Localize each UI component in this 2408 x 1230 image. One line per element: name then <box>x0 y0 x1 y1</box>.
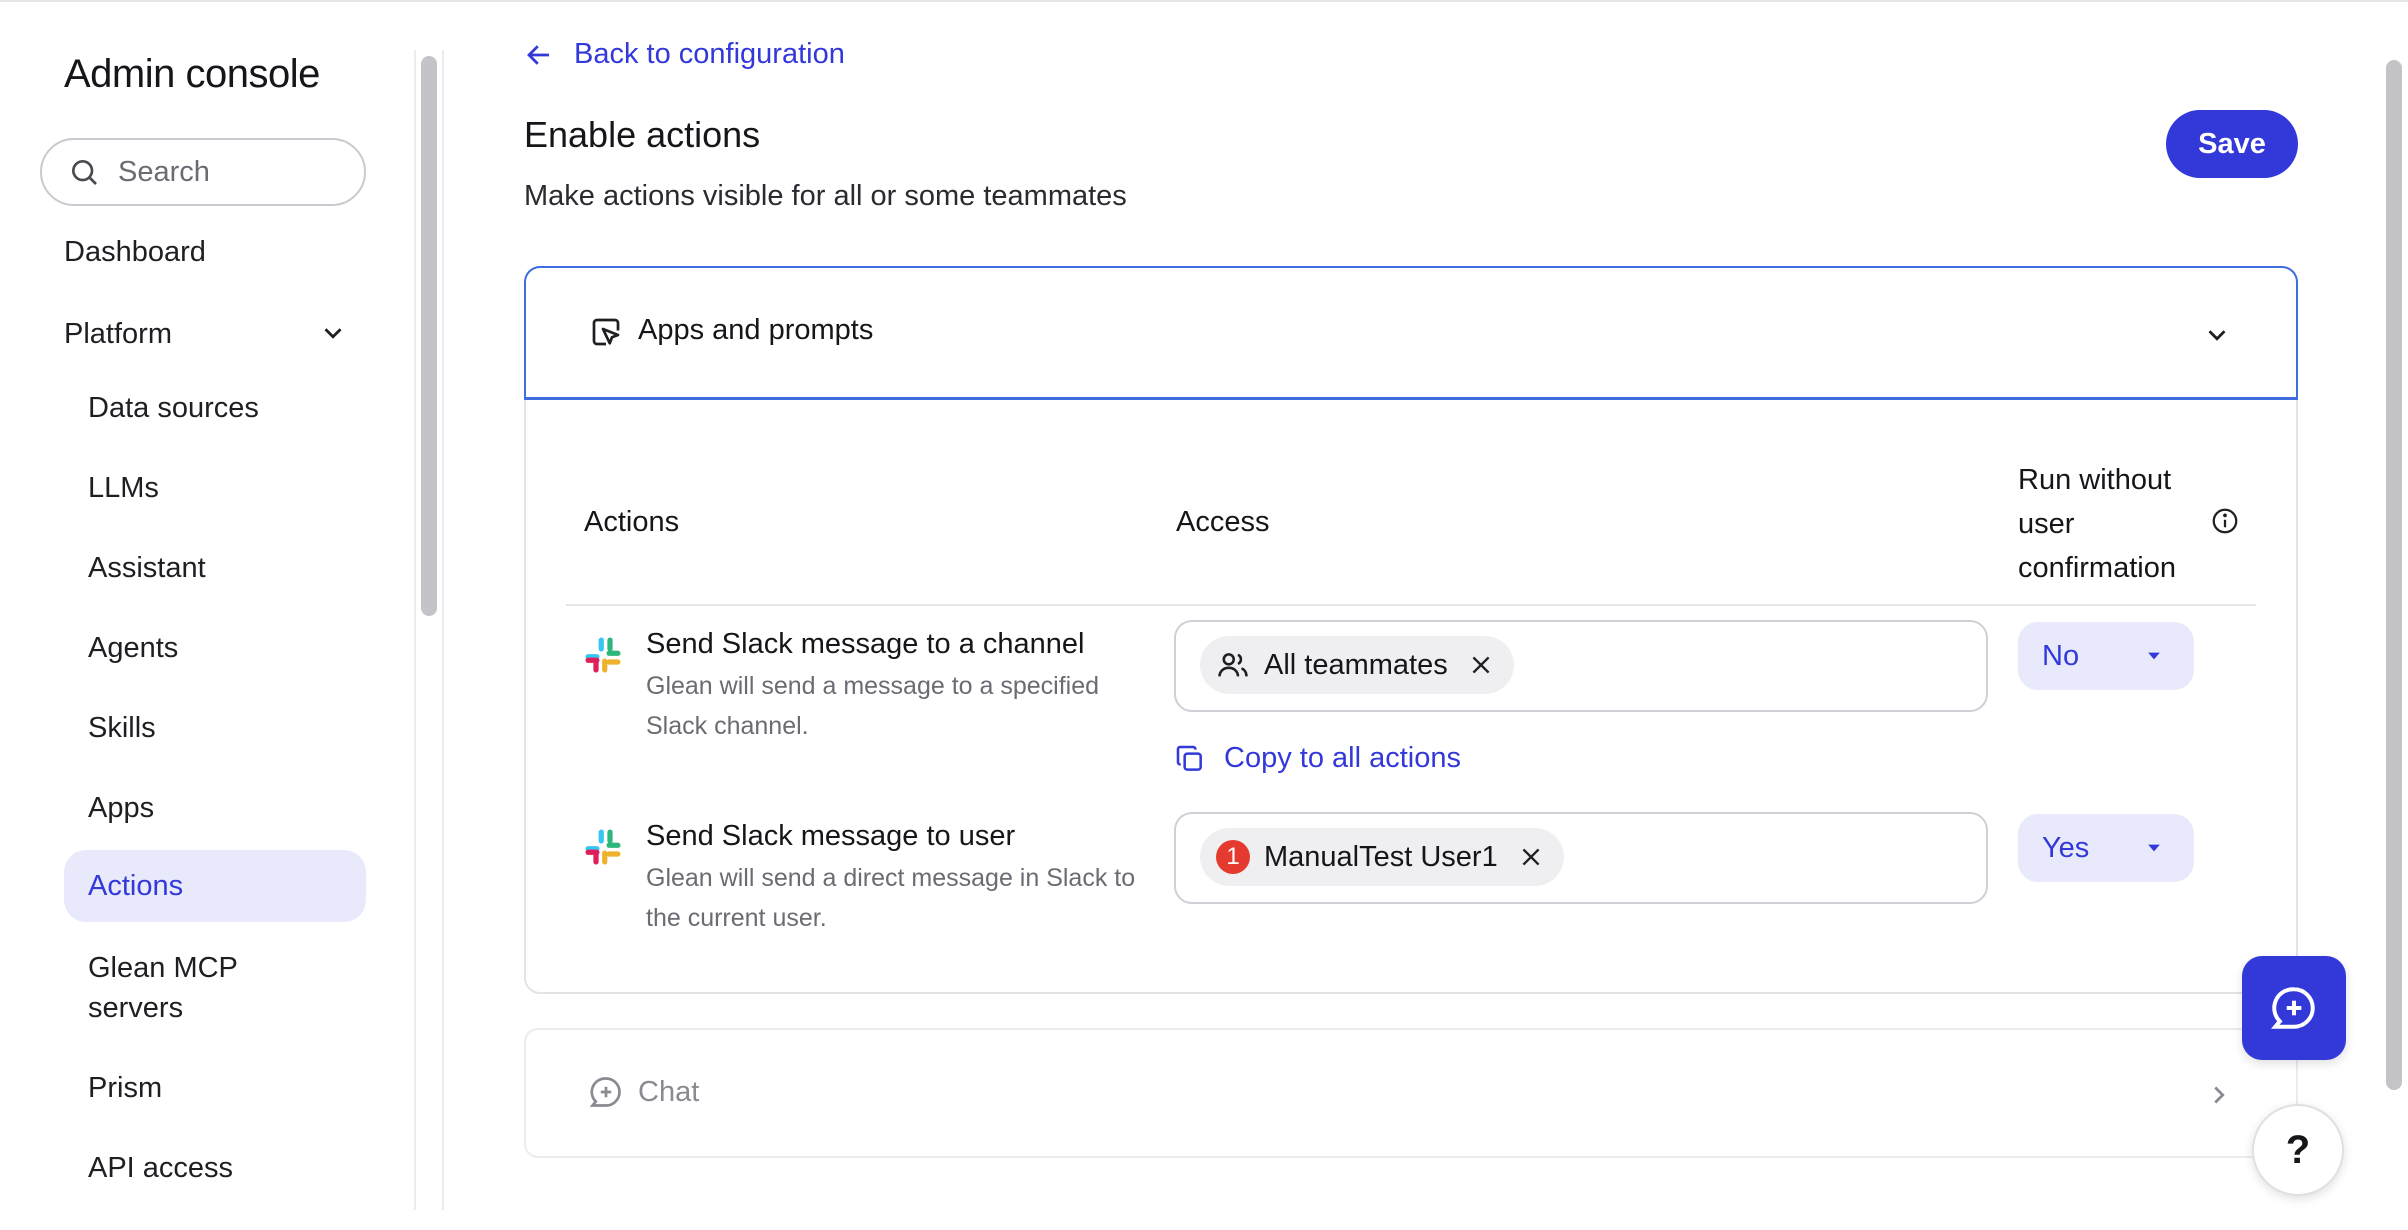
select-value: Yes <box>2042 832 2090 864</box>
sidebar-scrollbar-thumb[interactable] <box>421 56 437 616</box>
page-subtitle: Make actions visible for all or some tea… <box>524 180 1127 212</box>
close-icon[interactable] <box>1468 652 1494 678</box>
action-description-line: Glean will send a message to a specified <box>646 672 1100 700</box>
column-header-run-without-confirmation: Run without user confirmation <box>2018 458 2218 590</box>
action-description-line: Slack channel. <box>646 712 809 740</box>
sidebar-item-label: Actions <box>88 870 184 902</box>
sidebar-item-agents[interactable]: Agents <box>88 632 178 665</box>
column-header-actions: Actions <box>584 506 680 538</box>
column-header-access: Access <box>1176 506 1270 538</box>
sidebar-item-actions[interactable]: Actions <box>64 850 366 922</box>
slack-icon <box>585 637 621 673</box>
section-label: Apps and prompts <box>638 314 874 346</box>
page-title: Enable actions <box>524 114 761 155</box>
new-chat-fab-button[interactable] <box>2242 956 2346 1060</box>
save-button[interactable]: Save <box>2166 110 2298 178</box>
access-field[interactable]: All teammates <box>1174 620 1988 712</box>
sidebar-item-glean-mcp[interactable]: Glean MCP <box>88 952 238 985</box>
warning-badge: 1 <box>1216 840 1250 874</box>
action-description: Glean will send a message to a specified… <box>646 666 1166 746</box>
arrow-left-icon <box>527 44 549 65</box>
back-to-configuration-link[interactable]: Back to configuration <box>524 38 845 71</box>
sidebar-item-api-access[interactable]: API access <box>88 1152 233 1185</box>
column-header-line: confirmation <box>2018 552 2176 584</box>
info-icon[interactable] <box>2210 506 2240 536</box>
select-value: No <box>2042 640 2080 672</box>
column-header-line: user <box>2018 508 2075 540</box>
access-chip-label: ManualTest User1 <box>1264 840 1498 873</box>
run-without-confirmation-select[interactable]: No <box>2018 622 2194 690</box>
search-box[interactable] <box>40 138 366 206</box>
column-header-line: Run without <box>2018 464 2172 496</box>
back-link-label: Back to configuration <box>574 38 845 70</box>
access-chip[interactable]: 1 ManualTest User1 <box>1200 828 1564 886</box>
sidebar-item-llms[interactable]: LLMs <box>88 472 159 505</box>
chevron-down-icon[interactable] <box>2202 320 2232 350</box>
slack-icon <box>585 829 621 865</box>
search-input[interactable] <box>118 155 338 189</box>
sidebar-item-skills[interactable]: Skills <box>88 712 156 745</box>
chat-section-header[interactable]: Chat <box>524 1028 2298 1158</box>
access-chip[interactable]: All teammates <box>1200 636 1514 694</box>
section-label: Chat <box>638 1076 700 1108</box>
table-header-divider <box>566 604 2256 606</box>
chat-plus-icon <box>589 1077 621 1107</box>
close-icon[interactable] <box>1518 844 1544 870</box>
sidebar-item-prism[interactable]: Prism <box>88 1072 162 1105</box>
users-icon <box>1218 653 1248 677</box>
action-description: Glean will send a direct message in Slac… <box>646 858 1166 938</box>
chevron-down-icon[interactable] <box>318 318 348 348</box>
action-description-line: Glean will send a direct message in Slac… <box>646 864 1136 892</box>
cursor-prompt-icon <box>592 318 620 346</box>
sidebar-title: Admin console <box>64 52 320 96</box>
chat-plus-icon <box>2270 987 2315 1029</box>
action-description-line: the current user. <box>646 904 827 932</box>
access-chip-label: All teammates <box>1264 648 1448 681</box>
help-button[interactable]: ? <box>2252 1104 2344 1196</box>
search-icon <box>72 160 97 185</box>
sidebar-item-data-sources[interactable]: Data sources <box>88 392 259 425</box>
access-field[interactable]: 1 ManualTest User1 <box>1174 812 1988 904</box>
action-title: Send Slack message to user <box>646 820 1016 852</box>
sidebar-item-dashboard[interactable]: Dashboard <box>64 236 206 269</box>
sidebar-item-platform[interactable]: Platform <box>64 318 172 351</box>
copy-icon <box>1176 745 1202 771</box>
chevron-right-icon[interactable] <box>2204 1080 2234 1110</box>
sidebar: Admin console Dashboard Platform Data so… <box>0 0 444 1230</box>
copy-link-label: Copy to all actions <box>1224 742 1461 774</box>
caret-down-icon <box>2148 844 2160 852</box>
caret-down-icon <box>2148 652 2160 660</box>
sidebar-item-assistant[interactable]: Assistant <box>88 552 206 585</box>
sidebar-item-glean-mcp-servers[interactable]: servers <box>88 992 183 1025</box>
sidebar-item-apps[interactable]: Apps <box>88 792 154 825</box>
run-without-confirmation-select[interactable]: Yes <box>2018 814 2194 882</box>
action-title: Send Slack message to a channel <box>646 628 1085 660</box>
apps-and-prompts-header[interactable]: Apps and prompts <box>524 266 2298 400</box>
copy-to-all-actions-link[interactable]: Copy to all actions <box>1174 742 1461 775</box>
main-scrollbar-thumb[interactable] <box>2386 60 2402 1090</box>
